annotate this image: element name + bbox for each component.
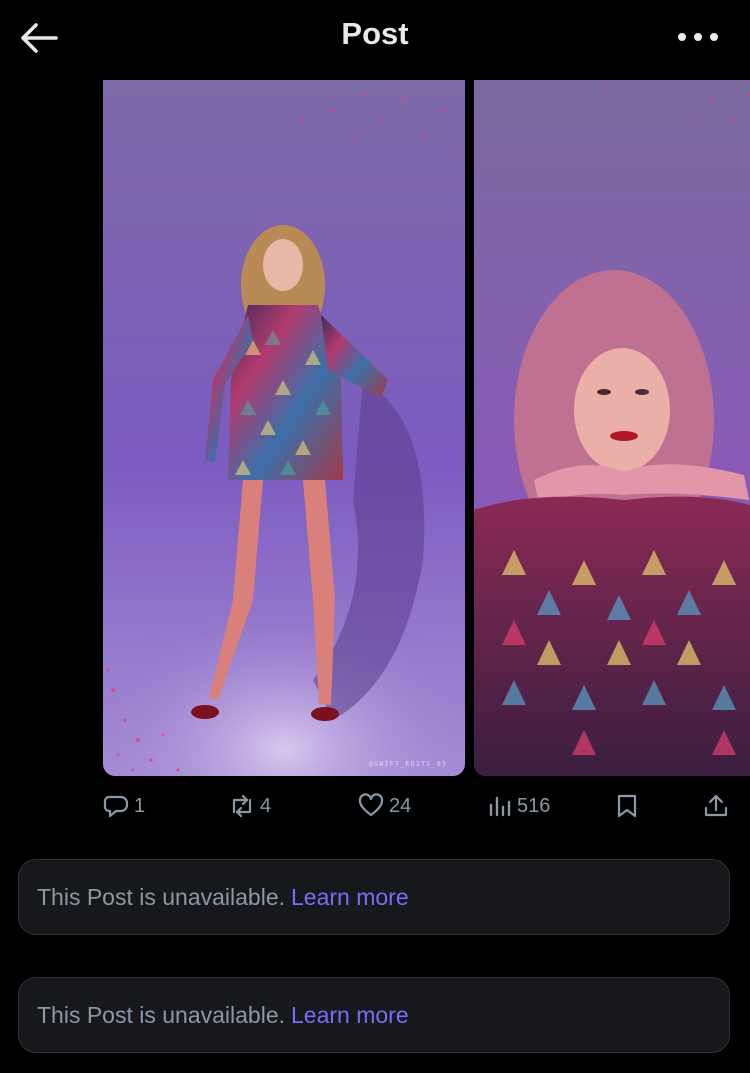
learn-more-link[interactable]: Learn more [291, 1002, 409, 1029]
share-icon [704, 794, 728, 817]
learn-more-link[interactable]: Learn more [291, 884, 409, 911]
media-image-1[interactable]: @SWIFT_EDITS_89 [103, 80, 465, 776]
share-button[interactable] [703, 788, 729, 824]
media-carousel[interactable]: @SWIFT_EDITS_89 [0, 80, 750, 777]
bookmark-button[interactable] [615, 788, 639, 824]
repost-icon [232, 794, 252, 818]
back-button[interactable] [18, 20, 60, 56]
heart-icon [358, 793, 384, 817]
post-detail-page: Post @SWIFT_EDITS_89 1 4 24 516 This Pos… [0, 0, 750, 1073]
views-count: 516 [517, 794, 551, 817]
top-bar: Post [0, 0, 750, 76]
image-watermark: @SWIFT_EDITS_89 [368, 760, 447, 768]
unavailable-message: This Post is unavailable. [37, 1001, 286, 1028]
reply-icon [103, 795, 129, 818]
repost-count: 4 [260, 794, 272, 817]
bookmark-icon [617, 794, 637, 818]
views-chart-icon [489, 796, 511, 817]
media-image-2[interactable] [474, 80, 750, 776]
like-button[interactable]: 24 [358, 788, 411, 824]
arrow-left-icon [21, 23, 58, 53]
reply-button[interactable]: 1 [103, 788, 145, 824]
repost-button[interactable]: 4 [229, 788, 271, 824]
unavailable-post-card: This Post is unavailable. Learn more [18, 977, 730, 1053]
unavailable-message: This Post is unavailable. [37, 883, 286, 910]
more-dots-icon [678, 33, 718, 41]
like-count: 24 [389, 794, 412, 817]
page-title: Post [341, 16, 409, 51]
reply-count: 1 [134, 794, 146, 817]
more-options-button[interactable] [676, 26, 720, 48]
post-action-bar: 1 4 24 516 [0, 788, 750, 824]
views-button[interactable]: 516 [488, 788, 550, 824]
unavailable-post-card: This Post is unavailable. Learn more [18, 859, 730, 935]
